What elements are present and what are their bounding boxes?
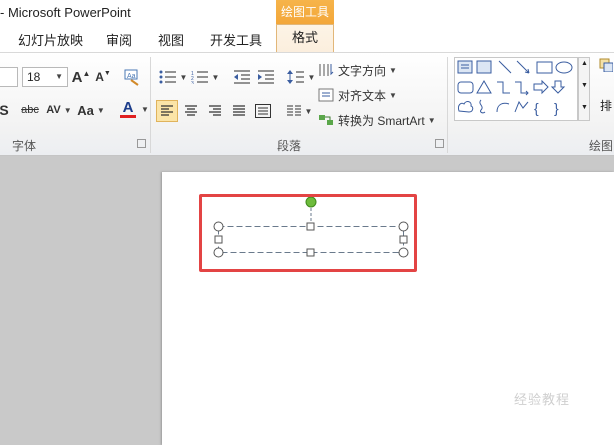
annotation-highlight-box — [199, 194, 417, 272]
watermark: 经验教程 — [514, 392, 571, 407]
